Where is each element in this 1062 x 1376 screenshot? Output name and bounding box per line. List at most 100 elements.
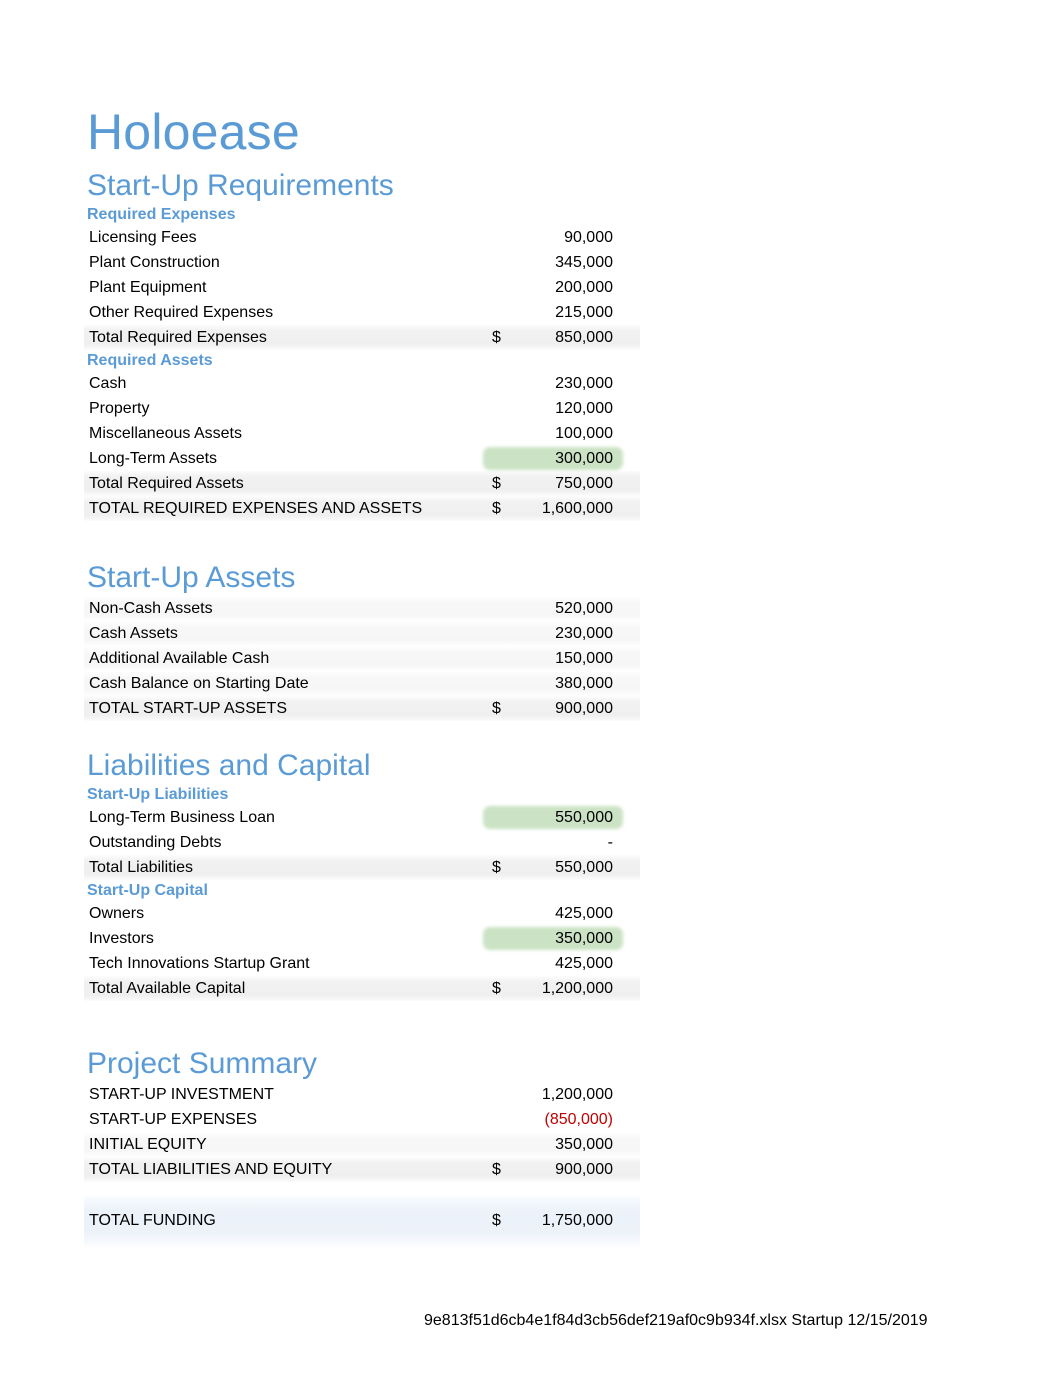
table-row: START-UP INVESTMENT 1,200,000 xyxy=(87,1082,627,1107)
row-label: Total Required Expenses xyxy=(89,329,267,346)
row-label: Cash xyxy=(89,375,127,392)
table-row: Other Required Expenses 215,000 xyxy=(87,300,627,325)
row-label: Other Required Expenses xyxy=(89,304,274,321)
row-value: 150,000 xyxy=(555,650,613,667)
row-group: Owners 425,000 Investors 350,000 Tech Innova… xyxy=(84,901,640,1001)
group-subheading: Start-Up Capital xyxy=(87,882,208,899)
row-value: 425,000 xyxy=(555,905,613,922)
section-heading: Start-Up Requirements xyxy=(87,169,394,202)
row-label: START-UP EXPENSES xyxy=(89,1111,258,1128)
page-title: Holoease xyxy=(87,104,300,160)
row-value: 300,000 xyxy=(555,450,613,467)
table-row: Long-Term Business Loan 550,000 xyxy=(87,805,627,830)
row-value: 1,750,000 xyxy=(541,1212,613,1229)
row-label: Investors xyxy=(89,930,154,947)
table-row: Total Available Capital $1,200,000 xyxy=(84,976,640,1001)
row-value: 215,000 xyxy=(555,304,613,321)
footer-text: 9e813f51d6cb4e1f84d3cb56def219af0c9b934f… xyxy=(424,1312,928,1329)
section-heading: Project Summary xyxy=(87,1047,318,1080)
row-group: Licensing Fees 90,000 Plant Construction 34… xyxy=(84,225,640,350)
row-label: Tech Innovations Startup Grant xyxy=(89,955,310,972)
table-row: Miscellaneous Assets 100,000 xyxy=(87,421,627,446)
row-value: 900,000 xyxy=(555,700,613,717)
table-row: Cash Assets 230,000 xyxy=(84,621,640,646)
table-row: Total Required Expenses $850,000 xyxy=(84,325,640,350)
table-row: Total Required Assets $750,000 xyxy=(84,471,640,496)
row-label: Outstanding Debts xyxy=(89,834,222,851)
row-label: Long-Term Business Loan xyxy=(89,809,275,826)
section-start-up-requirements: Start-Up Requirements Required Expenses Li… xyxy=(84,168,640,521)
row-value: 345,000 xyxy=(555,254,613,271)
row-value: 425,000 xyxy=(555,955,613,972)
row-value: 900,000 xyxy=(555,1161,613,1178)
section-project-summary: Project Summary START-UP INVESTMENT 1,200,… xyxy=(84,1046,640,1247)
row-value: (850,000) xyxy=(544,1111,614,1128)
row-label: INITIAL EQUITY xyxy=(89,1136,207,1153)
row-value: 120,000 xyxy=(555,400,613,417)
row-label: START-UP INVESTMENT xyxy=(89,1086,274,1103)
group-subheading: Start-Up Liabilities xyxy=(87,786,229,803)
row-group: Non-Cash Assets 520,000 Cash Assets 230,000… xyxy=(84,596,640,721)
table-row: Additional Available Cash 150,000 xyxy=(84,646,640,671)
group-subheading: Required Assets xyxy=(87,352,213,369)
row-value: 380,000 xyxy=(555,675,613,692)
table-row: TOTAL START-UP ASSETS $900,000 xyxy=(84,696,640,721)
row-value: 520,000 xyxy=(555,600,613,617)
table-row: Non-Cash Assets 520,000 xyxy=(84,596,640,621)
row-label: Plant Equipment xyxy=(89,279,207,296)
row-group: Cash 230,000 Property 120,000 Miscellaneous … xyxy=(84,371,640,521)
table-row: INITIAL EQUITY 350,000 xyxy=(84,1132,640,1157)
row-value: 200,000 xyxy=(555,279,613,296)
row-value: - xyxy=(607,834,613,851)
row-group: TOTAL FUNDING $1,750,000 xyxy=(84,1196,640,1247)
row-label: TOTAL START-UP ASSETS xyxy=(89,700,287,717)
row-label: Owners xyxy=(89,905,145,922)
row-value: 850,000 xyxy=(555,329,613,346)
table-row: Tech Innovations Startup Grant 425,000 xyxy=(87,951,627,976)
row-value: 550,000 xyxy=(555,859,613,876)
row-label: TOTAL FUNDING xyxy=(89,1212,216,1229)
table-row: TOTAL LIABILITIES AND EQUITY $900,000 xyxy=(84,1157,640,1182)
row-value: 1,600,000 xyxy=(541,500,613,517)
row-value: 1,200,000 xyxy=(541,980,613,997)
section-start-up-assets: Start-Up Assets Non-Cash Assets 520,000 Cas… xyxy=(84,560,640,721)
row-value: 1,200,000 xyxy=(541,1086,613,1103)
row-label: Long-Term Assets xyxy=(89,450,218,467)
spreadsheet-page: Holoease Start-Up Requirements Required E… xyxy=(0,0,1062,1376)
row-value: 90,000 xyxy=(564,229,613,246)
row-group: Long-Term Business Loan 550,000 Outstandin… xyxy=(84,805,640,880)
row-label: Total Required Assets xyxy=(89,475,244,492)
row-group: START-UP INVESTMENT 1,200,000 START-UP EXP… xyxy=(84,1082,640,1182)
table-row: Plant Equipment 200,000 xyxy=(87,275,627,300)
row-label: Plant Construction xyxy=(89,254,220,271)
table-row: Cash 230,000 xyxy=(87,371,627,396)
row-value: 750,000 xyxy=(555,475,613,492)
row-label: Cash Assets xyxy=(89,625,178,642)
table-row: Outstanding Debts - xyxy=(87,830,627,855)
table-row: TOTAL FUNDING $1,750,000 xyxy=(84,1196,640,1247)
row-label: Miscellaneous Assets xyxy=(89,425,242,442)
row-label: Total Liabilities xyxy=(89,859,194,876)
row-label: TOTAL LIABILITIES AND EQUITY xyxy=(89,1161,333,1178)
table-row: TOTAL REQUIRED EXPENSES AND ASSETS $1,600… xyxy=(84,496,640,521)
row-label: Total Available Capital xyxy=(89,980,246,997)
row-value: 230,000 xyxy=(555,375,613,392)
row-label: Non-Cash Assets xyxy=(89,600,213,617)
row-label: TOTAL REQUIRED EXPENSES AND ASSETS xyxy=(89,500,423,517)
row-label: Property xyxy=(89,400,150,417)
table-row: Plant Construction 345,000 xyxy=(87,250,627,275)
row-value: 550,000 xyxy=(555,809,613,826)
group-subheading: Required Expenses xyxy=(87,206,236,223)
row-value: 350,000 xyxy=(555,930,613,947)
table-row: Licensing Fees 90,000 xyxy=(87,225,627,250)
table-row: START-UP EXPENSES (850,000) xyxy=(87,1107,627,1132)
section-heading: Liabilities and Capital xyxy=(87,749,371,782)
table-row: Investors 350,000 xyxy=(87,926,627,951)
row-value: 100,000 xyxy=(555,425,613,442)
table-row: Property 120,000 xyxy=(87,396,627,421)
section-liabilities-and-capital: Liabilities and Capital Start-Up Liabilit… xyxy=(84,748,640,1001)
section-heading: Start-Up Assets xyxy=(87,561,296,594)
table-row: Long-Term Assets 300,000 xyxy=(87,446,627,471)
table-row: Owners 425,000 xyxy=(87,901,627,926)
row-label: Additional Available Cash xyxy=(89,650,270,667)
